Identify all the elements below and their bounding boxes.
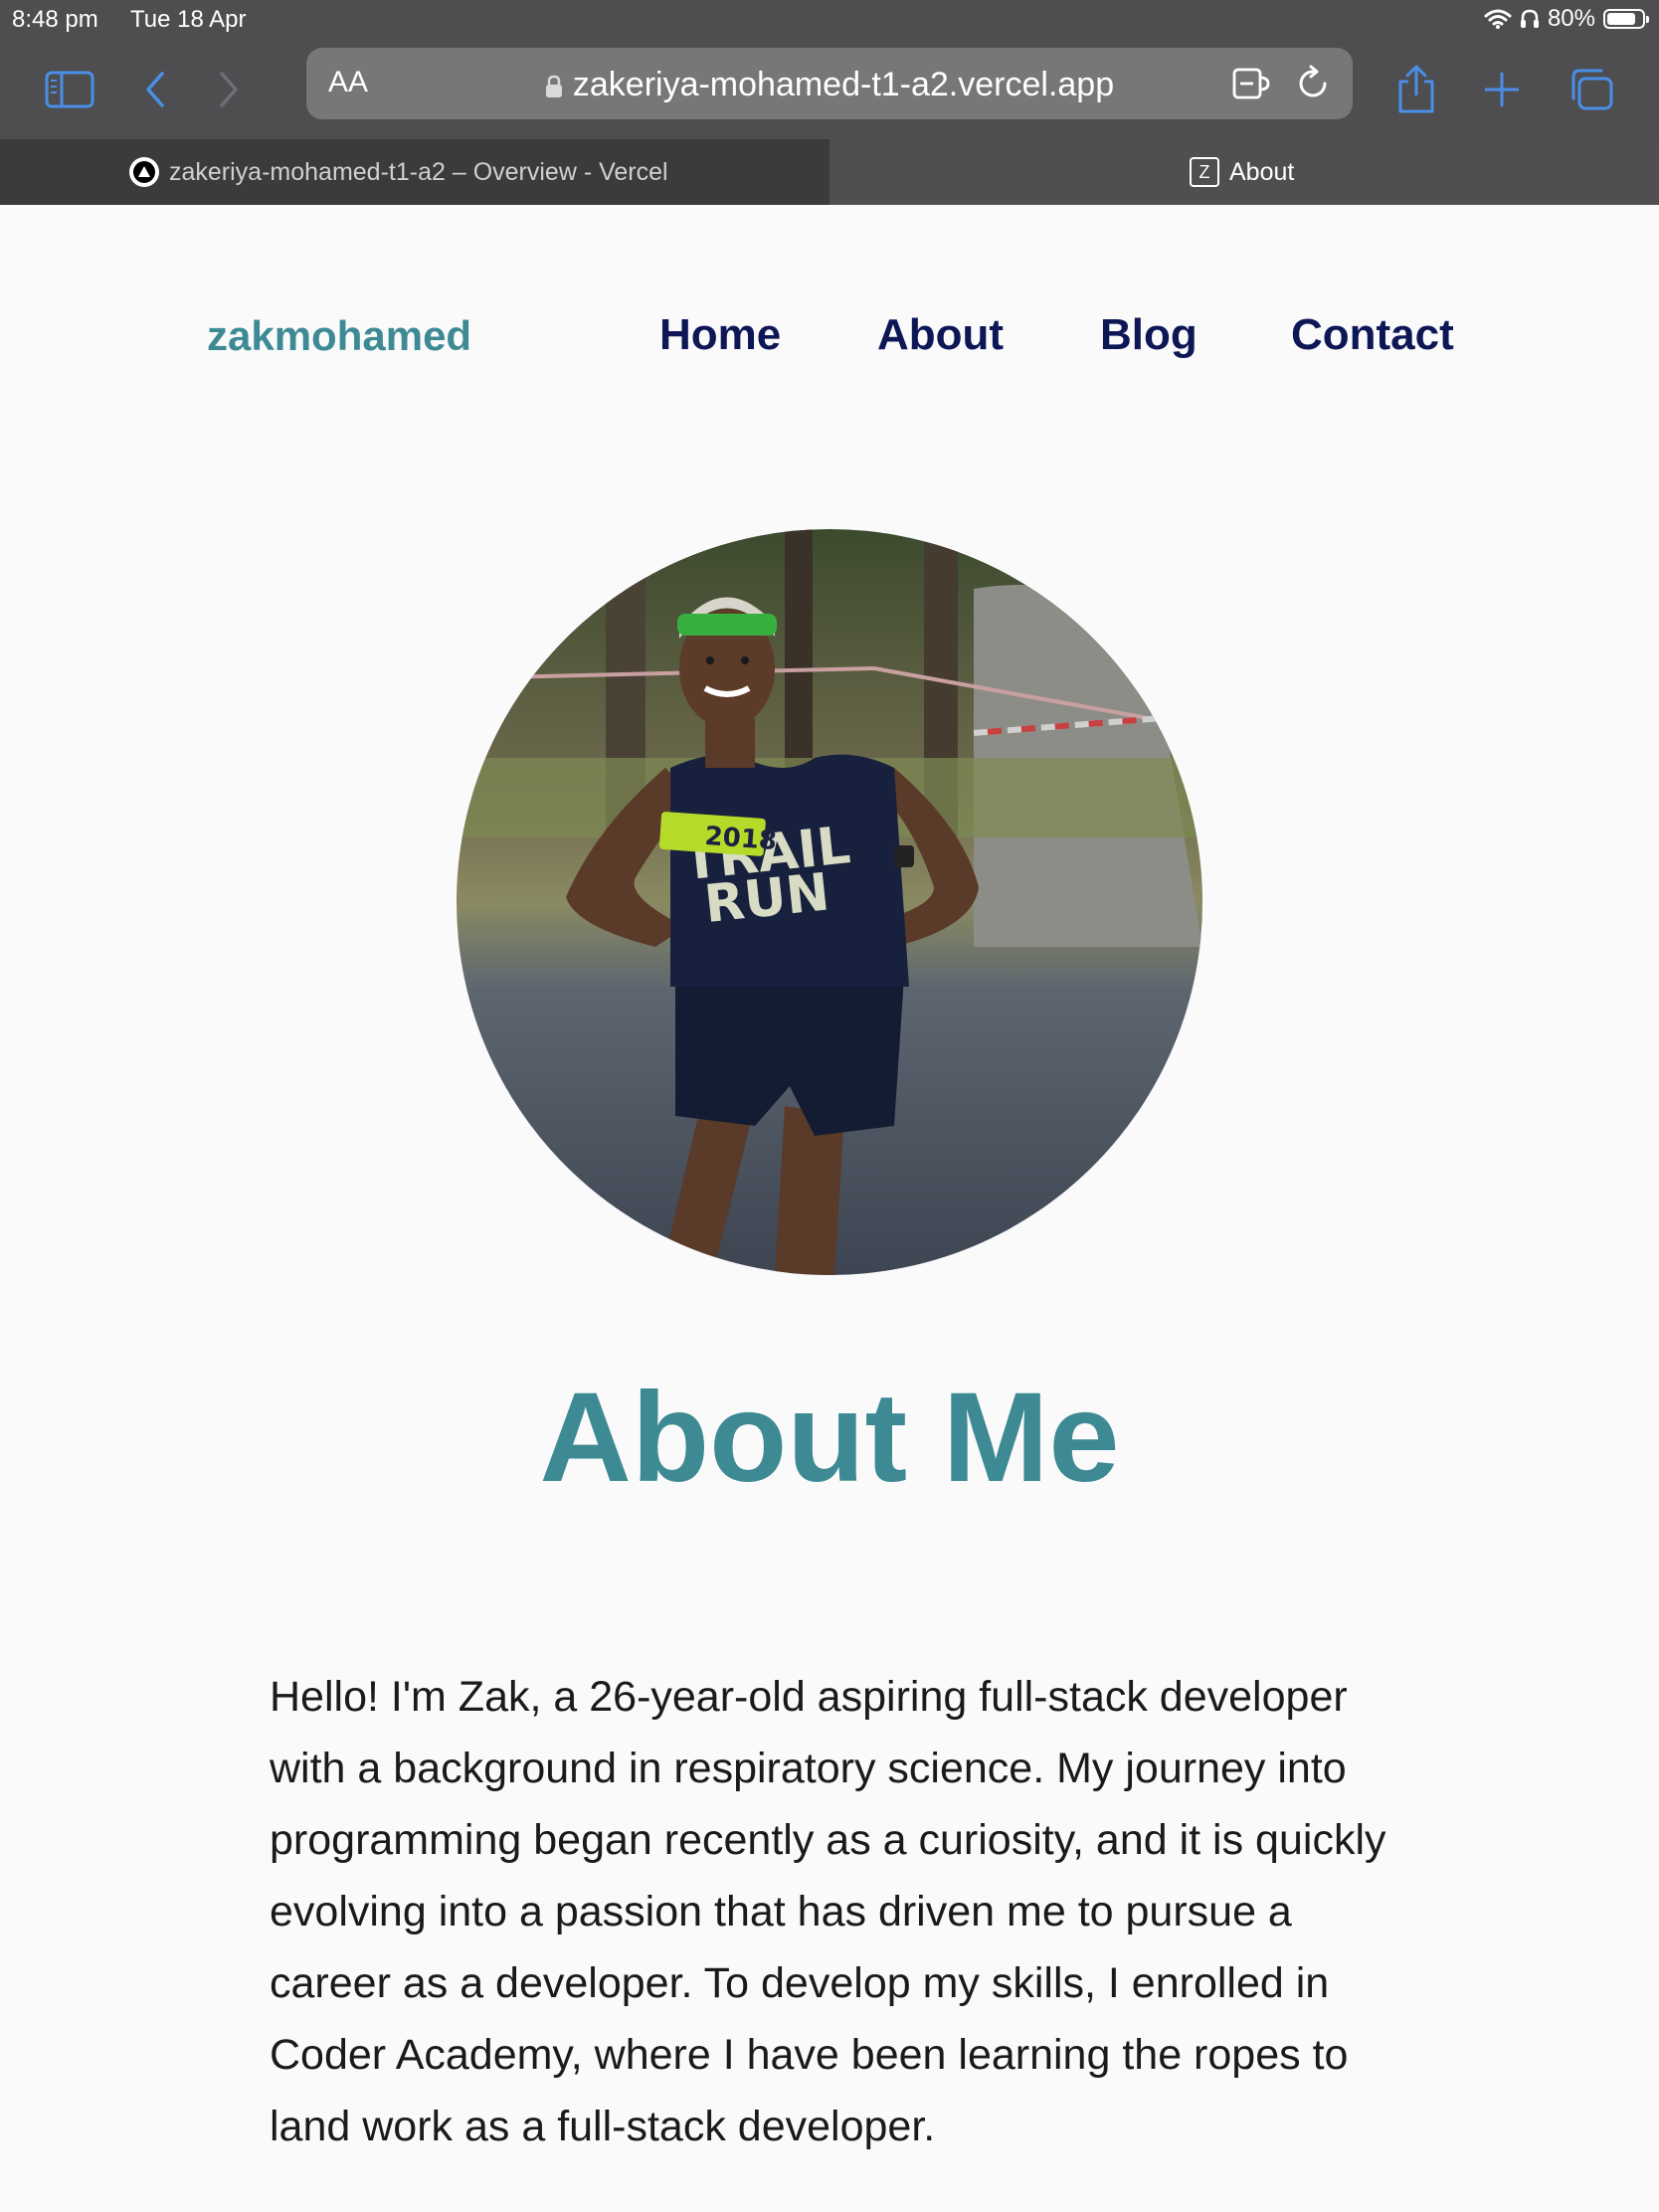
new-tab-icon[interactable] <box>1472 60 1532 119</box>
battery-icon <box>1603 9 1649 29</box>
tab-title: zakeriya-mohamed-t1-a2 – Overview - Verc… <box>169 157 668 186</box>
share-icon[interactable] <box>1386 60 1446 119</box>
site-logo-link[interactable]: zakmohamed <box>207 312 471 360</box>
page-title: About Me <box>539 1367 1120 1509</box>
back-icon[interactable] <box>125 60 185 119</box>
bib-number: 2018 <box>704 822 778 856</box>
battery-percent: 80% <box>1547 5 1595 32</box>
address-bar[interactable]: AA zakeriya-mohamed-t1-a2.vercel.app <box>306 48 1353 119</box>
nav-link-home[interactable]: Home <box>659 310 781 360</box>
tab-title: About <box>1229 157 1295 186</box>
headphones-icon <box>1520 9 1539 28</box>
bio-paragraph: Hello! I'm Zak, a 26-year-old aspiring f… <box>270 1673 1386 2150</box>
extensions-icon[interactable] <box>1231 64 1275 103</box>
status-date: Tue 18 Apr <box>130 6 247 33</box>
site-header: zakmohamed Home About Blog Contact <box>0 205 1659 463</box>
status-time: 8:48 pm <box>12 6 98 33</box>
wifi-icon <box>1484 9 1512 29</box>
status-bar: 8:48 pm Tue 18 Apr 80% <box>0 0 1659 40</box>
profile-photo: TRAIL RUN 2018 <box>457 529 1202 1275</box>
nav-link-about[interactable]: About <box>877 310 1004 360</box>
z-icon: Z <box>1190 157 1219 187</box>
nav-link-contact[interactable]: Contact <box>1291 310 1454 360</box>
url-display[interactable]: zakeriya-mohamed-t1-a2.vercel.app <box>306 66 1353 104</box>
status-indicators: 80% <box>1484 5 1649 33</box>
sidebar-toggle-icon[interactable] <box>40 60 99 119</box>
forward-icon[interactable] <box>199 60 259 119</box>
url-text: zakeriya-mohamed-t1-a2.vercel.app <box>572 66 1115 103</box>
browser-toolbar: AA zakeriya-mohamed-t1-a2.vercel.app <box>0 40 1659 139</box>
tab-about[interactable]: Z About <box>830 139 1659 205</box>
lock-icon <box>545 75 562 98</box>
nav-link-blog[interactable]: Blog <box>1100 310 1198 360</box>
tab-overview-icon[interactable] <box>1562 60 1621 119</box>
tab-vercel-overview[interactable]: zakeriya-mohamed-t1-a2 – Overview - Verc… <box>0 139 872 205</box>
tab-bar: zakeriya-mohamed-t1-a2 – Overview - Verc… <box>0 139 1659 205</box>
vercel-icon <box>129 157 159 187</box>
reload-icon[interactable] <box>1293 64 1333 103</box>
